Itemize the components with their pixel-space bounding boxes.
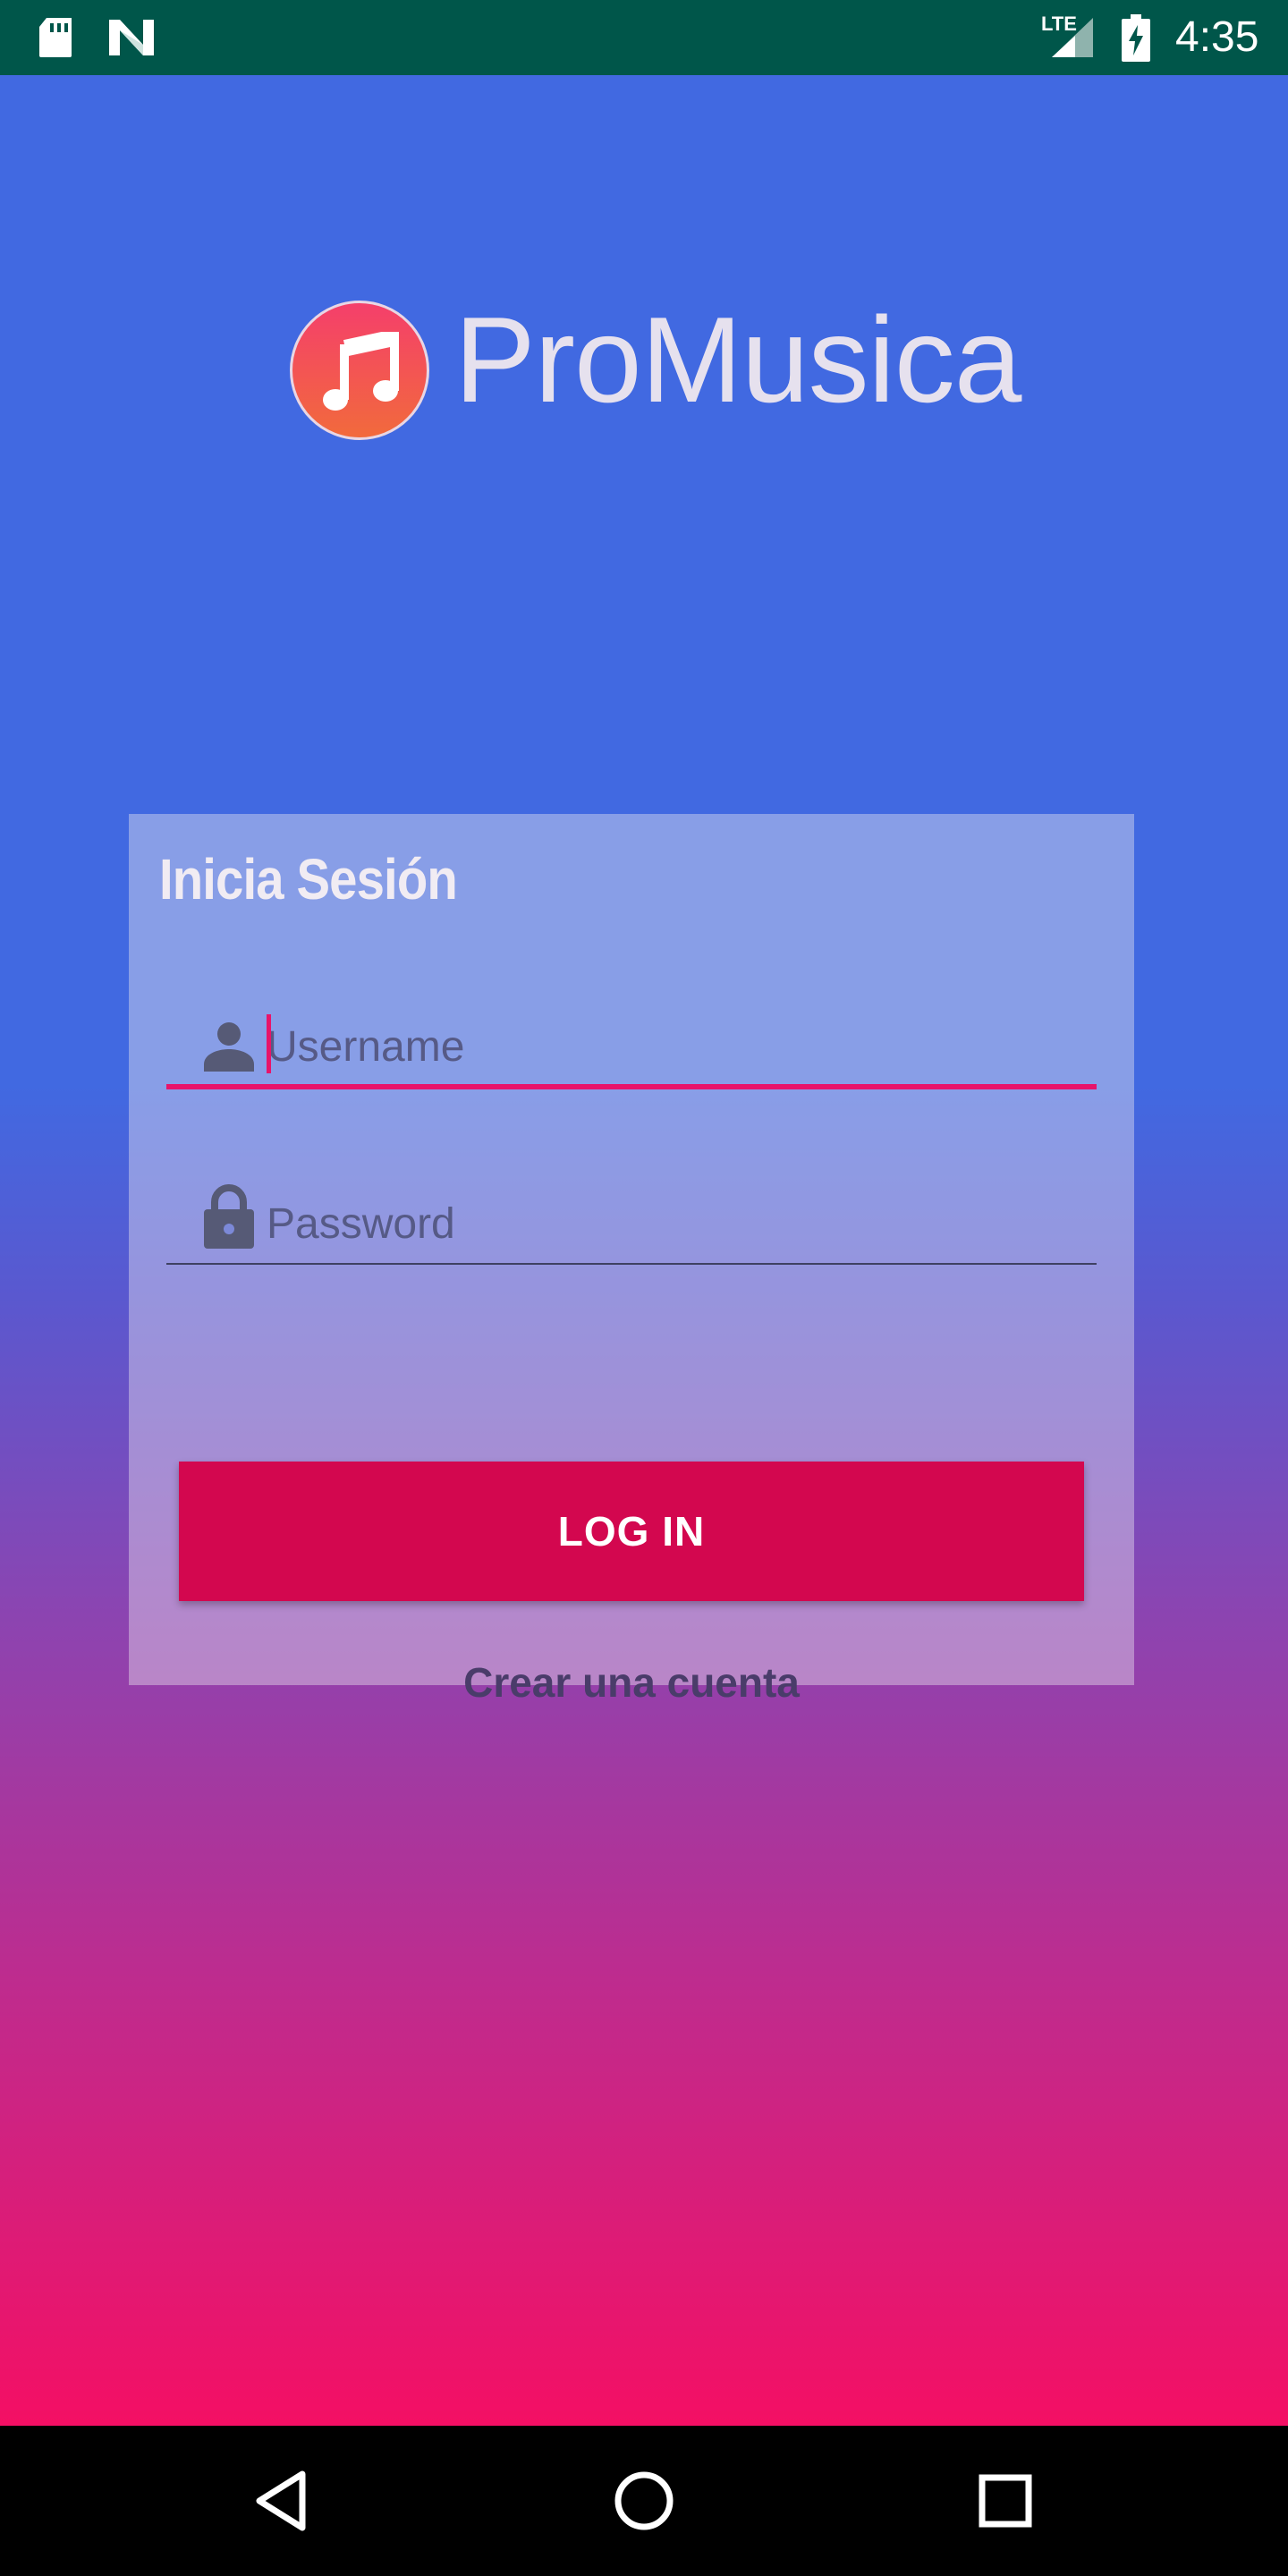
recents-button[interactable]	[930, 2426, 1080, 2576]
login-screen: LTE 4:35 ProMusica Inicia Sesión Usernam…	[0, 0, 1288, 2576]
navigation-bar	[0, 2426, 1288, 2576]
password-input[interactable]	[267, 1191, 1072, 1256]
app-title: ProMusica	[454, 292, 1021, 428]
main-content: ProMusica Inicia Sesión Username LOG IN …	[0, 75, 1288, 2426]
music-note-icon	[323, 332, 399, 411]
home-button[interactable]	[569, 2426, 719, 2576]
status-bar: LTE 4:35	[0, 0, 1288, 75]
login-card: Inicia Sesión Username LOG IN Crear una …	[129, 814, 1134, 1706]
back-button[interactable]	[208, 2426, 358, 2576]
login-button[interactable]: LOG IN	[179, 1462, 1084, 1601]
person-icon	[202, 1020, 256, 1078]
create-account-link[interactable]: Crear una cuenta	[129, 1658, 1134, 1707]
password-underline	[166, 1263, 1097, 1265]
recents-icon	[979, 2474, 1032, 2528]
text-cursor	[267, 1014, 271, 1073]
n-notification-icon	[107, 18, 156, 62]
username-input[interactable]	[267, 1014, 1072, 1079]
signal-icon	[1048, 16, 1095, 64]
username-underline	[166, 1084, 1097, 1089]
password-field	[166, 1140, 1097, 1265]
username-field	[166, 962, 1097, 1089]
sd-card-icon	[36, 16, 75, 64]
lock-icon	[202, 1182, 256, 1255]
home-icon	[614, 2471, 674, 2530]
battery-charging-icon	[1120, 14, 1152, 67]
login-heading: Inicia Sesión	[159, 847, 458, 911]
status-clock: 4:35	[1175, 13, 1259, 61]
back-icon	[256, 2470, 306, 2531]
app-logo	[290, 301, 429, 440]
